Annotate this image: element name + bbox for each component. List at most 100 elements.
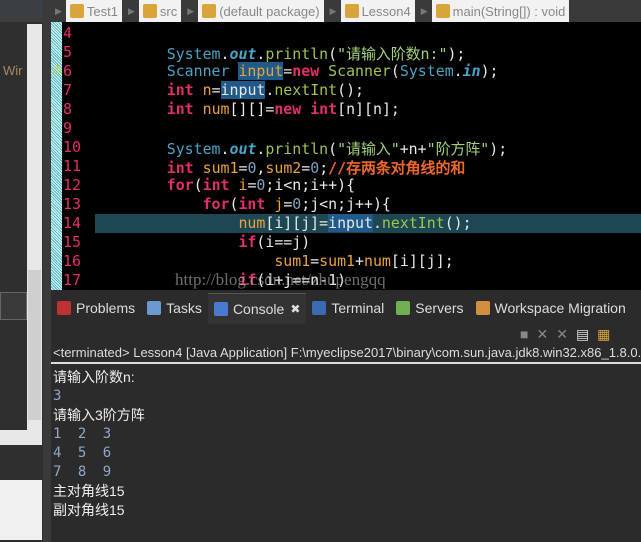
code-token: [i][j]; [390, 252, 454, 270]
code-line[interactable]: if(i==j) [95, 233, 310, 251]
code-token: = [211, 81, 221, 99]
code-editor[interactable]: ⚠ 45 System.out.println("请输入阶数n:"); 6 Sca… [51, 22, 641, 290]
code-token: = [301, 159, 311, 177]
code-token: . [220, 140, 230, 158]
tab-label: Workspace Migration [494, 300, 626, 316]
code-line[interactable]: for(int i=0;i<n;i++){ [95, 176, 355, 194]
code-token: "阶方阵" [426, 140, 490, 158]
code-line[interactable]: int n=input.nextInt(); [95, 81, 364, 99]
code-line[interactable]: for(int j=0;j<n;j++){ [95, 195, 391, 213]
tab-label: Servers [415, 300, 464, 316]
breadcrumb-item[interactable]: main(String[]) : void [431, 0, 570, 22]
panel-toolbar [0, 0, 43, 22]
terminate-icon[interactable]: ■ [520, 326, 528, 343]
breadcrumb-item-icon [142, 4, 157, 18]
scroll-lock-icon[interactable]: ▤ [576, 326, 589, 343]
code-token: . [372, 214, 382, 232]
line-number: 14 [63, 214, 82, 232]
console-line: 7 8 9 [53, 464, 116, 480]
code-token: int [166, 159, 194, 177]
breadcrumb-item[interactable]: src [138, 0, 182, 22]
line-number: 15 [63, 233, 82, 251]
breadcrumb-arrow-icon[interactable]: ▶ [187, 6, 194, 17]
code-token: println [265, 45, 329, 63]
line-number: 8 [63, 100, 73, 118]
code-line[interactable]: int sum1=0,sum2=0;//存两条对角线的和 [95, 157, 466, 178]
code-token: "请输入阶数n:" [337, 45, 448, 63]
code-token: ( [328, 45, 338, 63]
code-token: sum1 [319, 252, 356, 270]
console-icon [213, 301, 228, 316]
tab-workspace-migration[interactable]: Workspace Migration [470, 293, 632, 323]
console-line: 4 5 6 [53, 445, 116, 461]
tree-item-label[interactable]: Wir [3, 63, 23, 78]
code-token: for [166, 176, 194, 194]
code-token: [n][n]; [337, 100, 400, 118]
line-number: 9 [63, 119, 73, 137]
tab-label: Console [232, 300, 285, 317]
tab-tasks[interactable]: Tasks [141, 293, 208, 323]
console-output[interactable]: 请输入阶数n: 3 请输入3阶方阵 1 2 3 4 5 6 7 8 9 主对角线15 副对角线… [53, 368, 145, 520]
code-token: "请输入" [337, 140, 400, 158]
servers-icon [396, 301, 411, 315]
pin-console-icon[interactable]: ▦ [597, 326, 610, 343]
tab-servers[interactable]: Servers [390, 293, 469, 323]
line-number: 11 [63, 157, 82, 175]
code-token: int [310, 100, 338, 118]
close-icon[interactable]: ✖ [290, 302, 300, 316]
sash[interactable] [43, 0, 51, 542]
code-token: ( [390, 62, 400, 80]
line-number: 17 [63, 271, 82, 289]
code-line[interactable]: num[i][j]=input.nextInt(); [95, 214, 472, 232]
code-line[interactable]: Scanner input=new Scanner(System.in); [95, 62, 499, 80]
code-line[interactable]: System.out.println("请输入"+n+"阶方阵"); [95, 138, 507, 159]
breadcrumb-arrow-icon[interactable]: ▶ [128, 6, 135, 17]
code-token: int [166, 81, 194, 99]
line-number: 4 [63, 24, 73, 42]
code-line[interactable]: System.out.println("请输入阶数n:"); [95, 43, 466, 64]
tab-console[interactable]: Console ✖ [207, 292, 307, 324]
code-token: System [399, 62, 454, 80]
code-token: . [453, 62, 463, 80]
line-number: 13 [63, 195, 82, 213]
tab-problems[interactable]: Problems [51, 293, 141, 323]
breadcrumb-item[interactable]: Lesson4 [340, 0, 415, 22]
breadcrumb-label: main(String[]) : void [452, 3, 566, 19]
code-token: out [229, 140, 257, 158]
tab-terminal[interactable]: Terminal [306, 293, 390, 323]
line-number: 7 [63, 81, 73, 99]
selected-row[interactable] [0, 292, 27, 320]
scrollbar-thumb[interactable] [28, 270, 41, 420]
remove-launch-icon[interactable]: ✕ [536, 326, 548, 343]
code-line[interactable]: int num[][]=new int[n][n]; [95, 100, 400, 118]
code-token: input [238, 62, 284, 80]
horizontal-scrollbar[interactable] [0, 430, 42, 445]
console-line: 请输入阶数n: [53, 369, 135, 385]
tasks-icon [147, 301, 162, 315]
code-token: n [202, 81, 212, 99]
breadcrumb-item-icon [344, 4, 359, 18]
breadcrumb-label: src [159, 3, 178, 19]
code-token: in [462, 62, 481, 80]
console-line: 1 2 3 [53, 426, 116, 442]
breadcrumb-arrow-icon[interactable]: ▶ [421, 6, 428, 17]
breadcrumb-item[interactable]: (default package) [198, 0, 324, 22]
breadcrumb-arrow-icon[interactable]: ▶ [55, 6, 62, 17]
warning-icon[interactable]: ⚠ [52, 62, 63, 76]
breadcrumb-item[interactable]: Test1 [65, 0, 122, 22]
code-token: (i==j) [256, 233, 311, 251]
remove-all-icon[interactable]: ✕ [556, 326, 568, 343]
code-token: num [364, 252, 391, 270]
code-token: +n+ [399, 140, 427, 158]
code-line[interactable]: sum1=sum1+num[i][j]; [95, 252, 454, 270]
code-token: . [265, 81, 275, 99]
breadcrumb-item-icon [69, 4, 84, 18]
breadcrumb-arrow-icon[interactable]: ▶ [330, 6, 337, 17]
code-token: println [265, 140, 329, 158]
console-toolbar: ■ ✕ ✕ ▤ ▦ [520, 326, 610, 343]
code-token: j [274, 195, 284, 213]
